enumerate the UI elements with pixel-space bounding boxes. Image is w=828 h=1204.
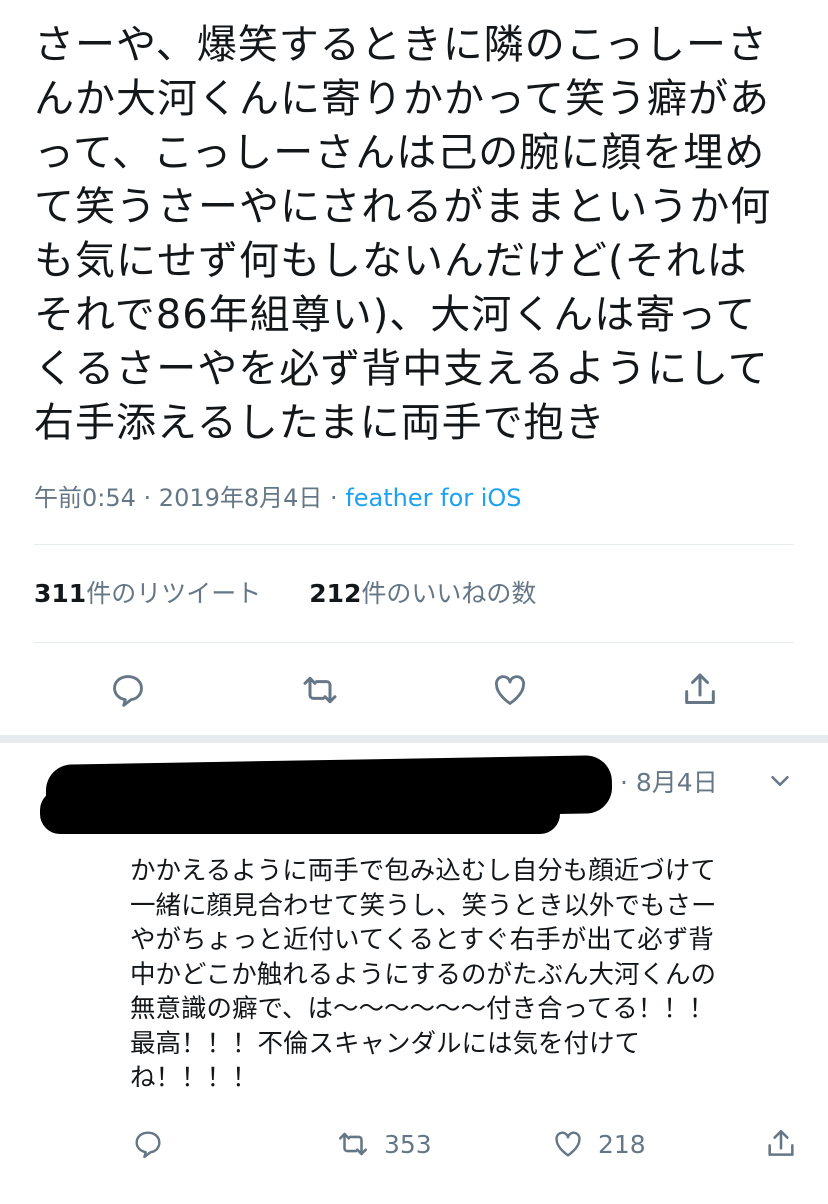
- tweet-meta: 午前0:54 · 2019年8月4日 · feather for iOS: [34, 478, 522, 513]
- retweets-label: 件のリツイート: [86, 579, 262, 608]
- chevron-down-icon: [771, 776, 789, 786]
- reply-share-button[interactable]: [764, 1124, 798, 1164]
- retweets-count: 311: [34, 579, 87, 608]
- tweet-source-link[interactable]: feather for iOS: [345, 484, 521, 512]
- reply-button[interactable]: [104, 666, 152, 714]
- tweet-stats: 311件のリツイート 212件のいいねの数: [34, 574, 536, 610]
- reply-date: · 8月4日: [620, 768, 718, 797]
- share-button[interactable]: [676, 666, 724, 714]
- reply-text: かかえるように両手で包み込むし自分も顔近づけて 一緒に顔見合わせて笑うし、笑うと…: [130, 856, 717, 1093]
- share-icon: [685, 673, 715, 704]
- meta-separator-2: ·: [322, 484, 346, 512]
- tweet-date: 2019年8月4日: [158, 484, 323, 512]
- reply-reply-button[interactable]: [132, 1124, 164, 1164]
- retweet-icon: [338, 1132, 368, 1156]
- likes-count: 212: [309, 579, 362, 608]
- reply-retweet-count: 353: [384, 1129, 432, 1159]
- retweet-button[interactable]: [296, 666, 344, 714]
- divider: [34, 544, 794, 545]
- likes-label: 件のいいねの数: [361, 579, 537, 608]
- tweet-time: 午前0:54: [34, 484, 136, 512]
- section-separator: [0, 735, 828, 743]
- divider: [34, 642, 794, 643]
- meta-separator: ·: [135, 484, 159, 512]
- likes-stat[interactable]: 212件のいいねの数: [309, 579, 536, 608]
- tweet-text: さーや、爆笑するときに隣のこっしーさ んか大河くんに寄りかかって笑う癖があ って…: [34, 22, 772, 446]
- comment-icon: [135, 1131, 161, 1159]
- retweets-stat[interactable]: 311件のリツイート: [34, 579, 261, 608]
- heart-icon: [555, 1131, 581, 1157]
- reply-retweet-button[interactable]: 353: [336, 1124, 432, 1164]
- reply-like-count: 218: [598, 1129, 646, 1159]
- retweet-icon: [303, 676, 337, 704]
- comment-icon: [113, 675, 143, 707]
- share-icon: [768, 1129, 794, 1156]
- more-options-button[interactable]: [765, 766, 795, 800]
- like-button[interactable]: [486, 666, 534, 714]
- reply-like-button[interactable]: 218: [552, 1124, 646, 1164]
- redacted-handle: [40, 790, 560, 834]
- heart-icon: [495, 675, 525, 705]
